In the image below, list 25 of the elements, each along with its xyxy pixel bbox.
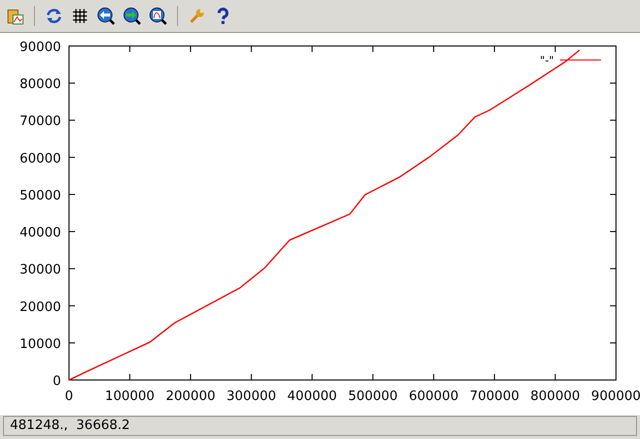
y-tick-label: 80000 — [20, 77, 61, 92]
legend-label: "-" — [540, 54, 554, 67]
zoom-fit-icon[interactable] — [147, 5, 169, 27]
x-tick-label: 0 — [64, 389, 74, 404]
x-tick-label: 100000 — [104, 389, 155, 404]
zoom-forward-icon[interactable] — [121, 5, 143, 27]
y-tick-label: 20000 — [20, 300, 61, 315]
x-tick-label: 200000 — [166, 389, 216, 404]
x-tick-label: 700000 — [470, 389, 520, 404]
y-tick-label: 30000 — [20, 262, 61, 278]
x-tick-label: 500000 — [348, 389, 398, 404]
y-tick-label: 60000 — [20, 151, 61, 166]
y-tick-label: 70000 — [20, 114, 61, 130]
zoom-back-icon[interactable] — [95, 5, 117, 27]
y-tick-label: 0 — [52, 374, 61, 389]
y-tick-label: 40000 — [20, 226, 61, 241]
y-tick-label: 50000 — [20, 188, 61, 204]
x-tick-label: 600000 — [408, 389, 458, 404]
cursor-coordinates: 481248., 36668.2 — [10, 417, 130, 436]
x-tick-label: 800000 — [530, 389, 580, 404]
x-tick-label: 400000 — [287, 389, 337, 404]
x-tick-label: 300000 — [226, 389, 276, 404]
y-tick-label: 90000 — [20, 40, 61, 55]
y-tick-label: 10000 — [20, 336, 61, 352]
x-tick-label: 900000 — [591, 389, 640, 404]
